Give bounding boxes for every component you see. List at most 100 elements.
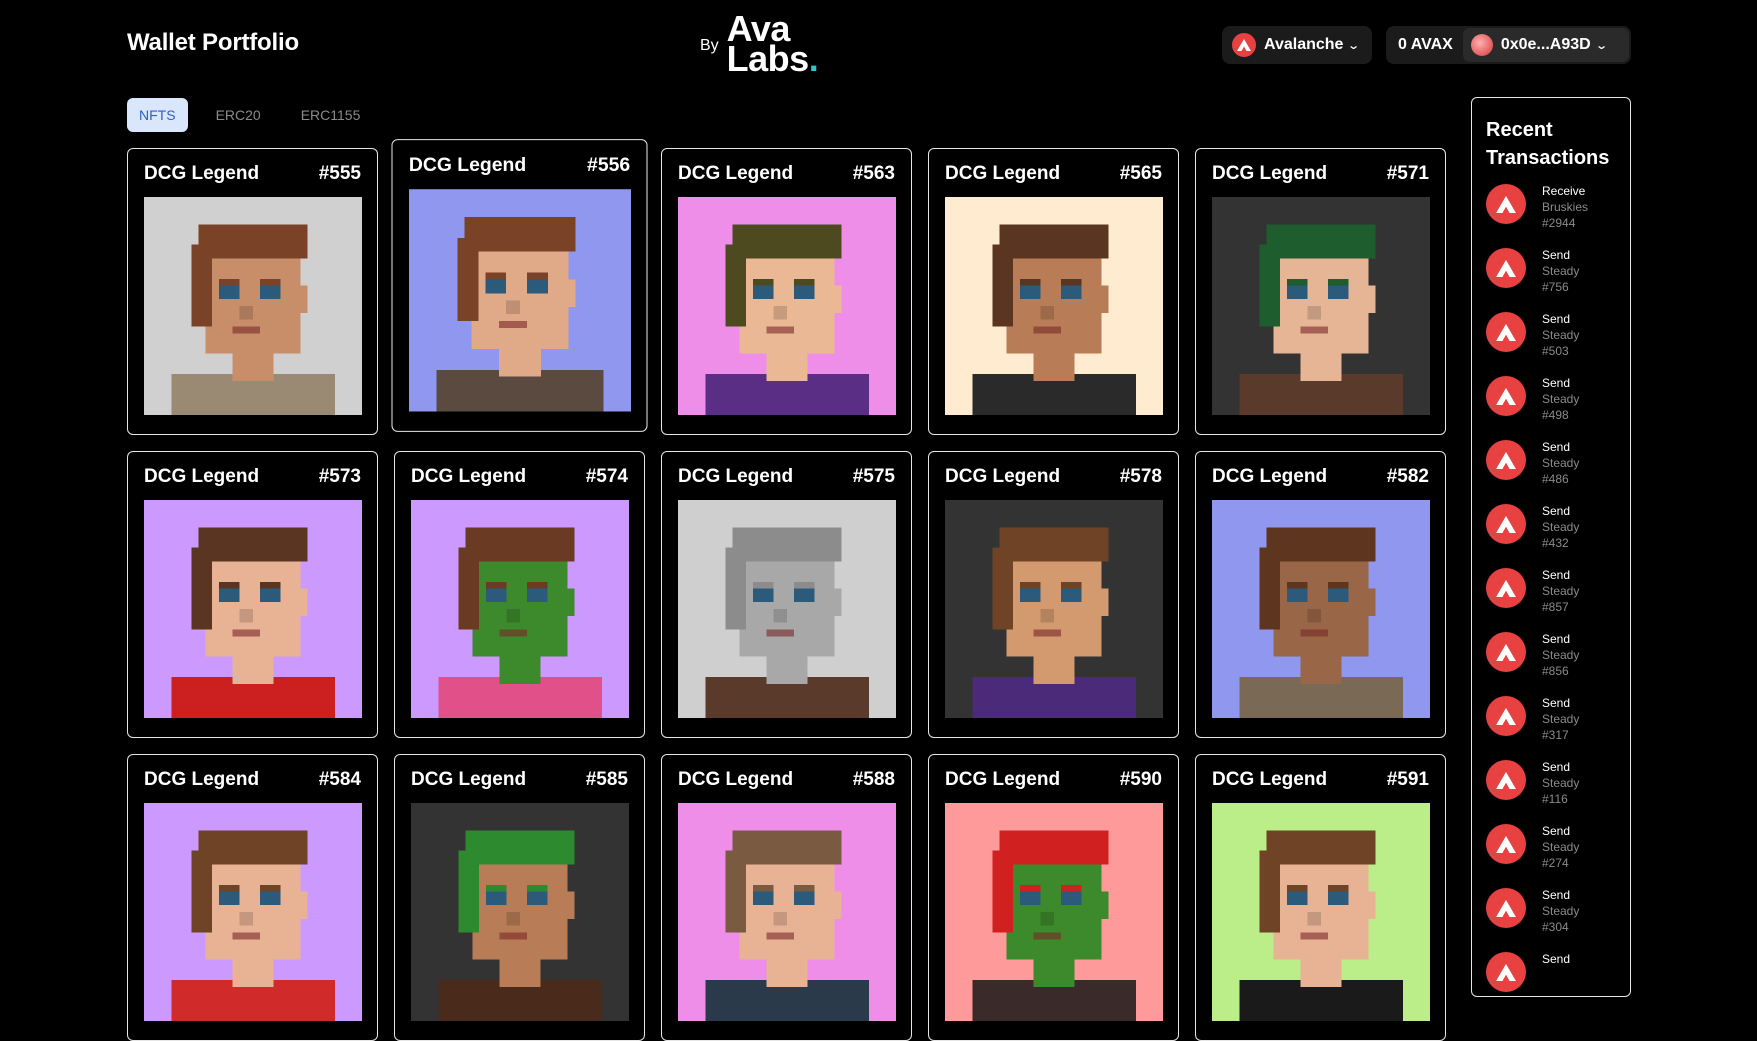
transaction-item[interactable]: Send Steady #304: [1486, 888, 1616, 952]
transaction-details: Send Steady #116: [1542, 759, 1579, 807]
nft-name: DCG Legend: [411, 769, 527, 790]
avalanche-icon: [1486, 184, 1526, 224]
nft-image: [411, 500, 629, 718]
nft-token-id: #591: [1386, 769, 1429, 790]
transaction-item[interactable]: Send: [1486, 952, 1616, 1016]
tab-nfts[interactable]: NFTS: [127, 98, 188, 132]
nft-card[interactable]: DCG Legend #565: [928, 148, 1179, 435]
nft-card[interactable]: DCG Legend #573: [127, 451, 378, 738]
nft-card[interactable]: DCG Legend #585: [394, 754, 645, 1041]
transaction-item[interactable]: Send Steady #498: [1486, 376, 1616, 440]
transaction-item[interactable]: Send Steady #856: [1486, 632, 1616, 696]
transaction-details: Send Steady #756: [1542, 247, 1579, 295]
nft-card[interactable]: DCG Legend #588: [661, 754, 912, 1041]
transaction-token-id: #116: [1542, 792, 1568, 806]
logo-by-text: By: [700, 37, 719, 54]
transaction-type: Send: [1542, 888, 1571, 902]
nft-name: DCG Legend: [678, 466, 794, 487]
nft-name: DCG Legend: [408, 154, 527, 176]
transaction-item[interactable]: Send Steady #857: [1486, 568, 1616, 632]
wallet-balance: 0 AVAX: [1398, 36, 1453, 53]
nft-card[interactable]: DCG Legend #571: [1195, 148, 1446, 435]
transaction-item[interactable]: Send Steady #317: [1486, 696, 1616, 760]
nft-card[interactable]: DCG Legend #575: [661, 451, 912, 738]
chevron-down-icon: ⌄: [1594, 39, 1608, 52]
nft-token-id: #571: [1386, 163, 1429, 184]
nft-name: DCG Legend: [678, 163, 794, 184]
transaction-details: Send Steady #503: [1542, 311, 1579, 359]
transaction-collection: Steady: [1542, 520, 1580, 534]
transaction-collection: Steady: [1542, 584, 1580, 598]
avalanche-icon: [1486, 632, 1526, 672]
avalanche-icon: [1232, 33, 1256, 57]
nft-card[interactable]: DCG Legend #584: [127, 754, 378, 1041]
nft-name: DCG Legend: [144, 769, 260, 790]
avalanche-icon: [1486, 952, 1526, 992]
transaction-token-id: #486: [1542, 472, 1569, 486]
transaction-type: Receive: [1542, 184, 1586, 198]
nft-image: [1212, 803, 1430, 1021]
nft-card[interactable]: DCG Legend #582: [1195, 451, 1446, 738]
transaction-item[interactable]: Send Steady #116: [1486, 760, 1616, 824]
tab-erc1155[interactable]: ERC1155: [289, 98, 373, 132]
avalanche-icon: [1486, 440, 1526, 480]
transaction-details: Send Steady #432: [1542, 503, 1579, 551]
transaction-collection: Steady: [1542, 776, 1580, 790]
nft-card[interactable]: DCG Legend #591: [1195, 754, 1446, 1041]
nft-name: DCG Legend: [411, 466, 527, 487]
nft-name: DCG Legend: [144, 466, 260, 487]
tab-erc20[interactable]: ERC20: [204, 98, 273, 132]
nft-image: [945, 500, 1163, 718]
recent-transactions-panel: Recent Transactions Receive Bruskies #2944…: [1471, 97, 1631, 997]
transaction-token-id: #756: [1542, 280, 1569, 294]
avalanche-icon: [1486, 760, 1526, 800]
nft-card[interactable]: DCG Legend #555: [127, 148, 378, 435]
transaction-item[interactable]: Receive Bruskies #2944: [1486, 184, 1616, 248]
transaction-collection: Steady: [1542, 392, 1580, 406]
transaction-type: Send: [1542, 568, 1571, 582]
nft-card[interactable]: DCG Legend #578: [928, 451, 1179, 738]
nft-card-header: DCG Legend #588: [678, 769, 895, 791]
transaction-item[interactable]: Send Steady #756: [1486, 248, 1616, 312]
wallet-address-selector[interactable]: 0x0e...A93D ⌄: [1462, 28, 1629, 62]
transaction-type: Send: [1542, 952, 1571, 966]
nft-image: [678, 500, 896, 718]
avalanche-icon: [1486, 568, 1526, 608]
network-label: Avalanche: [1264, 36, 1344, 53]
chevron-down-icon: ⌄: [1347, 39, 1361, 52]
nft-token-id: #574: [585, 466, 628, 487]
transaction-item[interactable]: Send Steady #503: [1486, 312, 1616, 376]
nft-image: [408, 189, 632, 412]
recent-transactions-title: Recent Transactions: [1486, 119, 1610, 169]
transaction-item[interactable]: Send Steady #486: [1486, 440, 1616, 504]
transaction-details: Send Steady #304: [1542, 887, 1579, 935]
nft-token-id: #584: [318, 769, 361, 790]
nft-token-id: #555: [318, 163, 361, 184]
avalanche-icon: [1486, 504, 1526, 544]
nft-card[interactable]: DCG Legend #563: [661, 148, 912, 435]
transaction-details: Receive Bruskies #2944: [1542, 183, 1588, 231]
avatar: [1470, 34, 1493, 56]
avalanche-icon: [1486, 696, 1526, 736]
logo-wordmark: Ava Labs.: [727, 11, 819, 77]
nft-token-id: #578: [1119, 466, 1162, 487]
nft-token-id: #590: [1119, 769, 1162, 790]
transaction-token-id: #2944: [1542, 216, 1576, 230]
transaction-item[interactable]: Send Steady #432: [1486, 504, 1616, 568]
transaction-item[interactable]: Send Steady #274: [1486, 824, 1616, 888]
wallet-address: 0x0e...A93D: [1500, 36, 1591, 53]
nft-card[interactable]: DCG Legend #590: [928, 754, 1179, 1041]
nft-name: DCG Legend: [945, 163, 1061, 184]
nft-card-header: DCG Legend #555: [144, 163, 361, 185]
nft-name: DCG Legend: [1212, 163, 1328, 184]
transaction-collection: Steady: [1542, 840, 1580, 854]
nft-card-header: DCG Legend #582: [1212, 466, 1429, 488]
transaction-type: Send: [1542, 440, 1571, 454]
nft-image: [144, 500, 362, 718]
network-selector[interactable]: Avalanche ⌄: [1222, 26, 1372, 64]
nft-card[interactable]: DCG Legend #574: [394, 451, 645, 738]
transactions-list: Receive Bruskies #2944 Send Steady #756 Send St…: [1486, 184, 1616, 1016]
transaction-details: Send Steady #498: [1542, 375, 1579, 423]
transaction-collection: Steady: [1542, 712, 1580, 726]
nft-card[interactable]: DCG Legend #556: [391, 139, 648, 432]
